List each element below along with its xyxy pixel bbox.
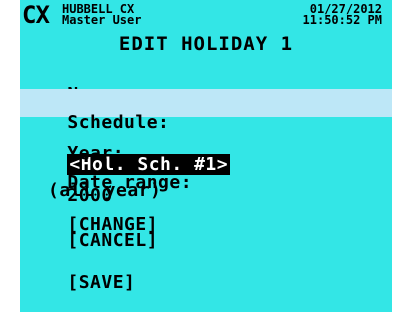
actions-row: [CANCEL] [SAVE] (22, 209, 158, 312)
save-button[interactable]: [SAVE] (67, 272, 135, 293)
current-user: Master User (62, 13, 142, 27)
cancel-button[interactable]: [CANCEL] (67, 230, 158, 251)
date-range-value: (all year) (48, 180, 162, 201)
page-title: EDIT HOLIDAY 1 (118, 33, 294, 55)
device-screen: CX HUBBELL CX Master User 01/27/2012 11:… (20, 0, 392, 312)
cx-logo: CX (22, 1, 50, 29)
current-time: 11:50:52 PM (302, 13, 382, 27)
